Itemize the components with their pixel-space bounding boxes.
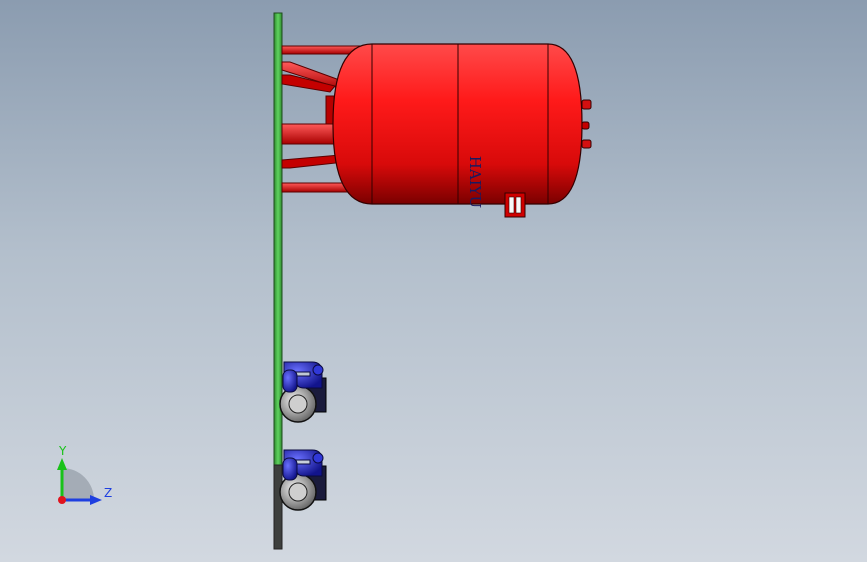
- tank-fitting-top[interactable]: [581, 99, 592, 110]
- x-axis-dot: [58, 496, 66, 504]
- pressure-tank[interactable]: HAIYU: [332, 43, 592, 218]
- graphics-viewport[interactable]: HAIYU Y Z: [0, 0, 867, 562]
- triad-z-label: Z: [104, 486, 112, 500]
- pump-upper[interactable]: [279, 361, 327, 423]
- model-scene[interactable]: HAIYU Y Z: [0, 0, 867, 562]
- skid-frame[interactable]: [273, 12, 283, 550]
- view-triad[interactable]: Y Z: [57, 444, 112, 505]
- tank-label: HAIYU: [466, 156, 484, 208]
- triad-y-label: Y: [58, 444, 67, 458]
- tank-fitting-bottom[interactable]: [581, 139, 592, 149]
- tank-nameplate[interactable]: [504, 192, 526, 218]
- tank-fitting-mid[interactable]: [581, 121, 590, 130]
- pump-lower[interactable]: [279, 449, 327, 511]
